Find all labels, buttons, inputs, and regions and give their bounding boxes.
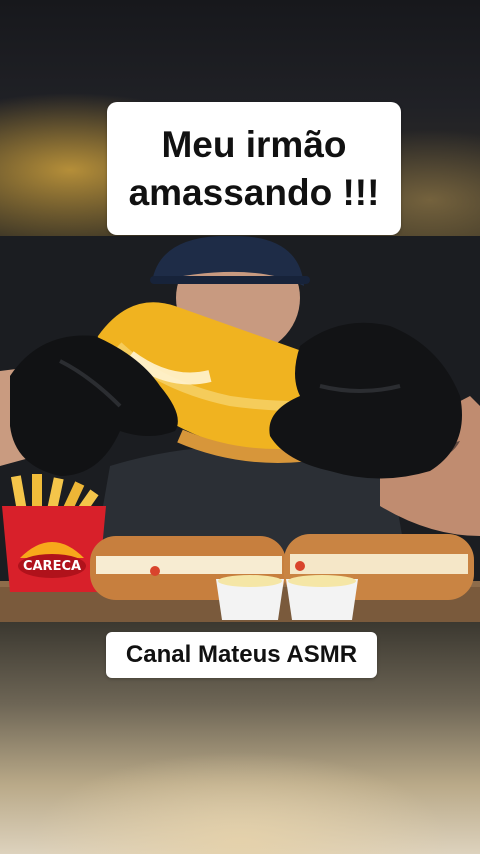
- sauce-cup-right: [286, 575, 358, 620]
- fries-box-logo: CARECA: [23, 559, 81, 574]
- caption-top-text: Meu irmão amassando !!!: [128, 123, 380, 213]
- video-frame[interactable]: CARECA: [0, 236, 480, 622]
- sauce-cup-left: [216, 575, 284, 620]
- caption-bottom-text: Canal Mateus ASMR: [125, 641, 358, 668]
- caption-top: Meu irmão amassando !!!: [107, 102, 401, 235]
- caption-bottom: Canal Mateus ASMR: [106, 632, 377, 678]
- video-scene: CARECA: [0, 236, 480, 622]
